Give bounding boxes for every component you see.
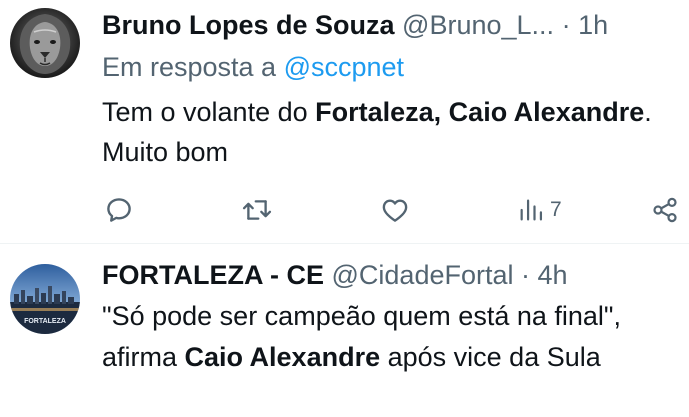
tweet-time[interactable]: 4h (538, 260, 568, 290)
tweet-2[interactable]: FORTALEZA FORTALEZA - CE @CidadeFortal ·… (0, 244, 689, 417)
tweet-text-bold: Caio Alexandre (184, 342, 381, 372)
views-count: 7 (550, 198, 562, 221)
reply-icon (107, 198, 131, 222)
retweet-icon (242, 200, 272, 220)
fortaleza-city-avatar-icon: FORTALEZA (10, 264, 80, 334)
reply-to-handle[interactable]: @sccpnet (284, 52, 404, 82)
tweet-time[interactable]: 1h (578, 10, 608, 40)
views-button[interactable]: 7 (517, 193, 562, 227)
reply-prefix: Em resposta a (102, 52, 277, 82)
like-icon (382, 199, 408, 222)
author-handle[interactable]: @CidadeFortal (332, 260, 514, 290)
tweet-text-part: Tem o volante do (102, 97, 316, 127)
tweet-text-part: após vice da Sula (380, 342, 601, 372)
author-name[interactable]: FORTALEZA - CE (102, 260, 324, 290)
author-handle[interactable]: @Bruno_L... (402, 10, 554, 40)
avatar-label-text: FORTALEZA (24, 318, 66, 325)
separator-dot: · (561, 10, 571, 40)
author-avatar[interactable]: FORTALEZA (10, 264, 80, 334)
views-icon (520, 199, 543, 221)
tweet-header: Bruno Lopes de Souza @Bruno_L... · 1h (102, 8, 608, 42)
like-button[interactable] (380, 193, 410, 227)
tweet-actions: 7 (0, 193, 689, 227)
share-button[interactable] (651, 193, 679, 227)
tweet-1[interactable]: Bruno Lopes de Souza @Bruno_L... · 1h Em… (0, 0, 689, 243)
share-icon (653, 197, 677, 223)
tweet-text: Tem o volante do Fortaleza, Caio Alexand… (102, 92, 662, 172)
tweet-text-bold: Fortaleza, Caio Alexandre (315, 97, 645, 127)
author-avatar[interactable] (10, 8, 80, 78)
reply-context: Em resposta a @sccpnet (102, 50, 404, 84)
author-name[interactable]: Bruno Lopes de Souza (102, 10, 395, 40)
tweet-text: "Só pode ser campeão quem está na final"… (102, 296, 662, 378)
reply-button[interactable] (104, 193, 134, 227)
separator-dot: · (521, 260, 531, 290)
tweet-header: FORTALEZA - CE @CidadeFortal · 4h (102, 258, 568, 292)
retweet-button[interactable] (241, 193, 273, 227)
lion-avatar-icon (10, 8, 80, 78)
